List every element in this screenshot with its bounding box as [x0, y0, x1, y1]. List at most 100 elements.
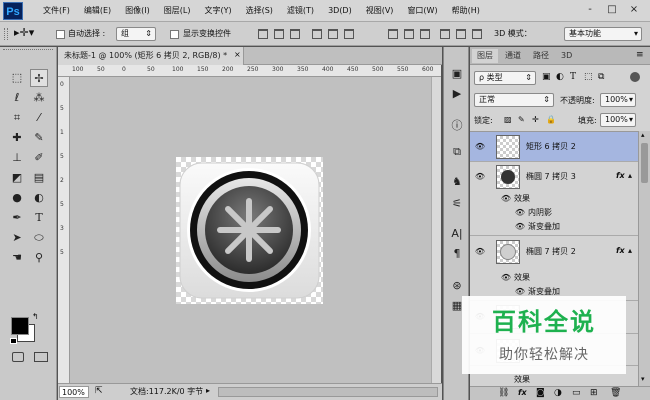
fx-badge[interactable]: fx: [616, 246, 625, 255]
layer-row[interactable]: 👁 椭圆 7 拷贝 2 fx ▴: [470, 235, 638, 269]
distribute-left-icon[interactable]: [440, 29, 450, 39]
pen-tool-icon[interactable]: ✒: [8, 209, 26, 227]
menu-file[interactable]: 文件(F): [36, 0, 77, 22]
vertical-scrollbar[interactable]: [431, 77, 441, 383]
menu-view[interactable]: 视图(V): [359, 0, 401, 22]
adjustment-icon[interactable]: ◑: [554, 388, 562, 398]
eye-icon[interactable]: 👁: [500, 193, 512, 205]
expand-arrow-icon[interactable]: ▴: [628, 171, 632, 180]
foreground-color-swatch[interactable]: [11, 317, 29, 335]
horizontal-scrollbar[interactable]: [218, 387, 438, 397]
eye-icon[interactable]: 👁: [514, 221, 526, 233]
close-tab-icon[interactable]: ×: [234, 50, 241, 59]
menu-help[interactable]: 帮助(H): [445, 0, 487, 22]
align-hcenter-icon[interactable]: [328, 29, 338, 39]
distribute-bottom-icon[interactable]: [420, 29, 430, 39]
menu-image[interactable]: 图像(I): [118, 0, 157, 22]
menu-filter[interactable]: 滤镜(T): [280, 0, 321, 22]
lock-all-icon[interactable]: 🔒: [546, 115, 556, 124]
filter-pixel-icon[interactable]: ▣: [542, 72, 551, 82]
scroll-down-icon[interactable]: ▾: [641, 375, 645, 383]
blur-tool-icon[interactable]: ●: [8, 189, 26, 207]
effect-gradient-overlay[interactable]: 渐变叠加: [528, 221, 560, 233]
styles-panel-icon[interactable]: ⊛: [448, 277, 466, 295]
close-button[interactable]: ×: [626, 3, 642, 17]
align-left-icon[interactable]: [312, 29, 322, 39]
fill-field[interactable]: 100% ▾: [600, 113, 636, 127]
tab-layers[interactable]: 图层: [472, 49, 498, 63]
actions-play-icon[interactable]: ▶: [448, 85, 466, 103]
history-panel-icon[interactable]: ▣: [448, 65, 466, 83]
distribute-hcenter-icon[interactable]: [456, 29, 466, 39]
trash-icon[interactable]: 🗑: [610, 388, 621, 398]
expand-arrow-icon[interactable]: ▴: [628, 246, 632, 255]
eye-icon[interactable]: 👁: [500, 272, 512, 284]
blend-mode-dropdown[interactable]: 正常 ⇕: [474, 93, 554, 107]
layer-name[interactable]: 矩形 6 拷贝 2: [526, 141, 576, 153]
menu-window[interactable]: 窗口(W): [400, 0, 444, 22]
layer-row[interactable]: 👁 椭圆 7 拷贝 3 fx ▴: [470, 163, 638, 191]
lock-pixels-icon[interactable]: ✎: [518, 115, 525, 124]
menu-edit[interactable]: 编辑(E): [77, 0, 118, 22]
screen-mode-icon[interactable]: [34, 352, 48, 362]
distribute-top-icon[interactable]: [388, 29, 398, 39]
brush-tool-icon[interactable]: ✎: [30, 129, 48, 147]
menu-type[interactable]: 文字(Y): [197, 0, 238, 22]
filter-toggle-icon[interactable]: [630, 72, 640, 82]
scroll-thumb[interactable]: [641, 143, 648, 183]
paragraph-panel-icon[interactable]: ¶: [448, 245, 466, 263]
minimize-button[interactable]: -: [582, 3, 598, 17]
canvas-area[interactable]: [70, 77, 431, 383]
clone-stamp-icon[interactable]: ⊥: [8, 149, 26, 167]
distribute-right-icon[interactable]: [472, 29, 482, 39]
tool-presets-icon[interactable]: ♞: [448, 173, 466, 191]
path-selection-icon[interactable]: ➤: [8, 229, 26, 247]
tab-channels[interactable]: 通道: [500, 49, 526, 63]
info-panel-icon[interactable]: ⓘ: [448, 117, 466, 135]
magic-wand-icon[interactable]: ⁂: [30, 89, 48, 107]
link-icon[interactable]: ⛓: [498, 388, 509, 398]
dodge-tool-icon[interactable]: ◐: [30, 189, 48, 207]
eye-icon[interactable]: 👁: [514, 207, 526, 219]
healing-brush-icon[interactable]: ✚: [8, 129, 26, 147]
distribute-vcenter-icon[interactable]: [404, 29, 414, 39]
tab-3d[interactable]: 3D: [556, 49, 577, 63]
move-tool-icon[interactable]: ▸✛▾: [14, 26, 34, 40]
opacity-field[interactable]: 100% ▾: [600, 93, 636, 107]
filter-shape-icon[interactable]: ⬚: [584, 72, 593, 82]
gradient-tool-icon[interactable]: ▤: [30, 169, 48, 187]
filter-smart-object-icon[interactable]: ⧉: [598, 72, 604, 82]
document-canvas[interactable]: [176, 157, 323, 304]
eye-icon[interactable]: 👁: [474, 141, 486, 153]
swap-colors-icon[interactable]: ↰: [32, 312, 39, 321]
maximize-button[interactable]: □: [604, 3, 620, 17]
crop-tool-icon[interactable]: ⌗: [8, 109, 26, 127]
auto-select-dropdown[interactable]: 组 ⇕: [116, 27, 156, 41]
align-vcenter-icon[interactable]: [274, 29, 284, 39]
align-top-icon[interactable]: [258, 29, 268, 39]
history-brush-icon[interactable]: ✐: [30, 149, 48, 167]
layer-name[interactable]: 椭圆 7 拷贝 2: [526, 246, 576, 258]
lasso-tool-icon[interactable]: ℓ: [8, 89, 26, 107]
layers-scrollbar[interactable]: ▴ ▾: [638, 131, 650, 386]
menu-layer[interactable]: 图层(L): [157, 0, 198, 22]
align-right-icon[interactable]: [344, 29, 354, 39]
filter-type-icon[interactable]: T: [570, 72, 576, 82]
eyedropper-icon[interactable]: ⁄: [30, 109, 48, 127]
effect-inner-shadow[interactable]: 内阴影: [528, 207, 552, 219]
default-colors-icon[interactable]: [10, 338, 17, 344]
menu-3d[interactable]: 3D(D): [321, 0, 359, 22]
lock-position-icon[interactable]: ✛: [532, 115, 539, 124]
hand-tool-icon[interactable]: ☚: [8, 249, 26, 267]
character-panel-icon[interactable]: A|: [448, 225, 466, 243]
workspace-dropdown[interactable]: 基本功能 ▾: [564, 27, 642, 41]
kind-filter-dropdown[interactable]: ρ 类型 ⇕: [474, 71, 536, 85]
marquee-tool-icon[interactable]: ⬚: [8, 69, 26, 87]
auto-select-checkbox[interactable]: [56, 30, 65, 39]
menu-select[interactable]: 选择(S): [239, 0, 280, 22]
ellipse-tool-icon[interactable]: ⬭: [30, 229, 48, 247]
document-tab[interactable]: 未标题-1 @ 100% (矩形 6 拷贝 2, RGB/8) *: [58, 47, 244, 65]
filter-adjustment-icon[interactable]: ◐: [556, 72, 564, 82]
panel-menu-icon[interactable]: ≡: [636, 50, 644, 60]
layer-row[interactable]: 👁 矩形 6 拷贝 2: [470, 132, 638, 162]
